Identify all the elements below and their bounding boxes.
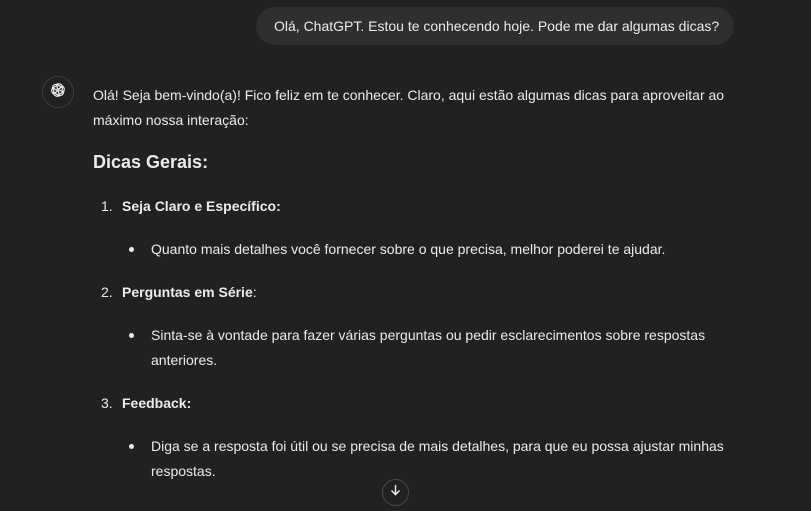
user-message-text: Olá, ChatGPT. Estou te conhecendo hoje. …: [274, 18, 720, 34]
tip-title: Seja Claro e Específico:: [122, 198, 281, 214]
tip-body-text: Sinta-se à vontade para fazer várias per…: [151, 327, 706, 368]
tip-number: 3.: [101, 395, 113, 411]
assistant-message: Olá! Seja bem-vindo(a)! Fico feliz em te…: [93, 83, 753, 484]
tip-header: 3. Feedback:: [93, 391, 753, 416]
tip-item: 1. Seja Claro e Específico: Quanto mais …: [93, 194, 753, 262]
openai-logo-icon: [49, 81, 67, 104]
tip-bullet: Sinta-se à vontade para fazer várias per…: [93, 323, 753, 373]
tip-body-text: Diga se a resposta foi útil ou se precis…: [151, 438, 724, 479]
tip-item: 2. Perguntas em Série: Sinta-se à vontad…: [93, 280, 753, 373]
tip-body-text: Quanto mais detalhes você fornecer sobre…: [151, 241, 666, 257]
assistant-intro: Olá! Seja bem-vindo(a)! Fico feliz em te…: [93, 87, 725, 128]
tip-number: 2.: [101, 284, 113, 300]
section-heading: Dicas Gerais:: [93, 152, 209, 172]
tip-title: Feedback:: [122, 395, 192, 411]
tip-bullet: Quanto mais detalhes você fornecer sobre…: [93, 237, 753, 262]
bullet-dot-icon: [129, 247, 134, 252]
tip-header: 2. Perguntas em Série:: [93, 280, 753, 305]
tip-item: 3. Feedback: Diga se a resposta foi útil…: [93, 391, 753, 484]
user-message-bubble: Olá, ChatGPT. Estou te conhecendo hoje. …: [256, 7, 734, 45]
tip-header: 1. Seja Claro e Específico:: [93, 194, 753, 219]
tip-bullet: Diga se a resposta foi útil ou se precis…: [93, 434, 753, 484]
arrow-down-icon: [389, 484, 402, 502]
bullet-dot-icon: [129, 444, 134, 449]
tip-title: Perguntas em Série: [122, 284, 253, 300]
scroll-to-bottom-button[interactable]: [382, 479, 409, 506]
bullet-dot-icon: [129, 333, 134, 338]
tip-number: 1.: [101, 198, 113, 214]
assistant-avatar: [42, 76, 74, 108]
